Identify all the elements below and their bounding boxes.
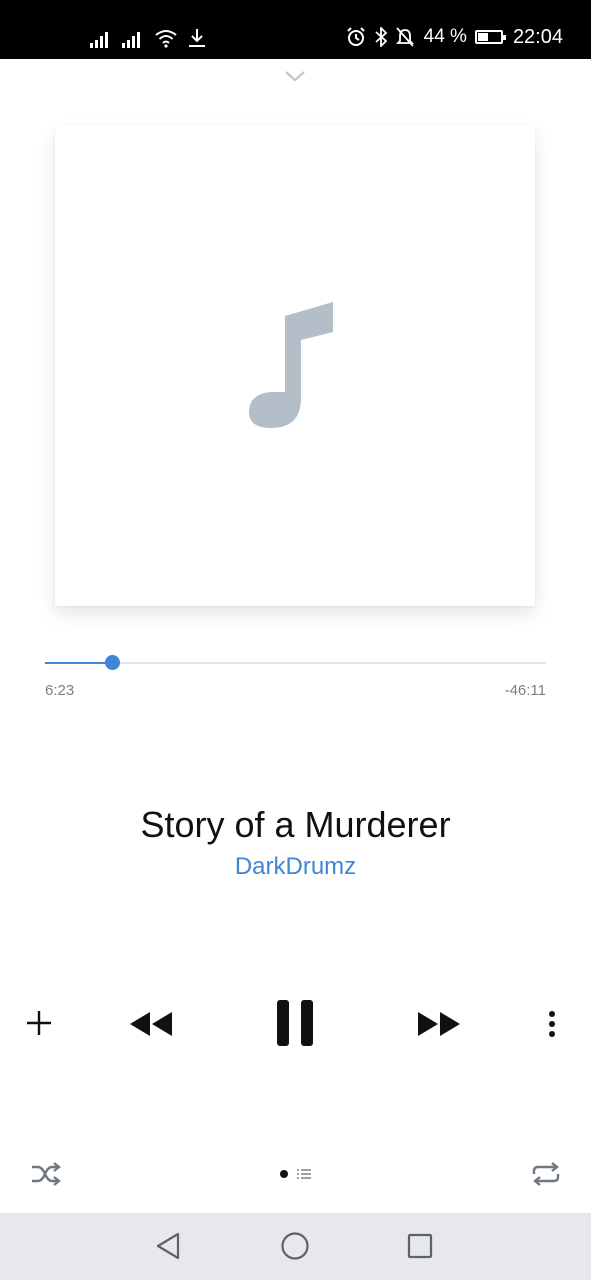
elapsed-time: 6:23 [45,682,75,699]
more-vertical-icon[interactable] [540,1008,564,1040]
rewind-icon[interactable] [128,1008,176,1040]
battery-icon [474,30,506,44]
signal-icon [90,32,108,48]
seek-bar[interactable] [45,655,546,670]
remaining-time: -46:11 [504,682,546,699]
status-time: 22:04 [512,25,563,48]
seek-bar-thumb[interactable] [104,655,120,670]
status-left-icons [90,24,206,48]
add-icon[interactable] [24,1008,54,1038]
alarm-icon [346,27,365,46]
status-right-icons: 44 % 22:04 [346,22,563,52]
system-navigation-bar [0,1213,591,1280]
music-note-icon [249,302,333,428]
back-icon[interactable] [140,1213,200,1280]
status-bar: 44 % 22:04 [0,0,591,59]
battery-percent: 44 % [423,26,467,47]
page-indicator-dot[interactable] [280,1170,288,1178]
track-artist[interactable]: DarkDrumz [0,853,591,881]
wifi-icon [155,30,177,48]
signal-icon [122,32,140,48]
shuffle-icon[interactable] [30,1160,62,1188]
repeat-icon[interactable] [530,1160,562,1188]
chevron-down-icon[interactable] [283,68,307,84]
mute-icon [395,27,414,47]
seek-bar-progress [45,662,112,664]
queue-list-icon[interactable] [297,1168,311,1180]
fast-forward-icon[interactable] [414,1008,462,1040]
pause-icon[interactable] [275,998,315,1048]
bluetooth-icon [375,27,387,47]
download-icon [189,29,205,47]
home-icon[interactable] [265,1213,325,1280]
track-title: Story of a Murderer [140,804,451,845]
recents-icon[interactable] [390,1213,450,1280]
album-artwork [55,126,535,606]
